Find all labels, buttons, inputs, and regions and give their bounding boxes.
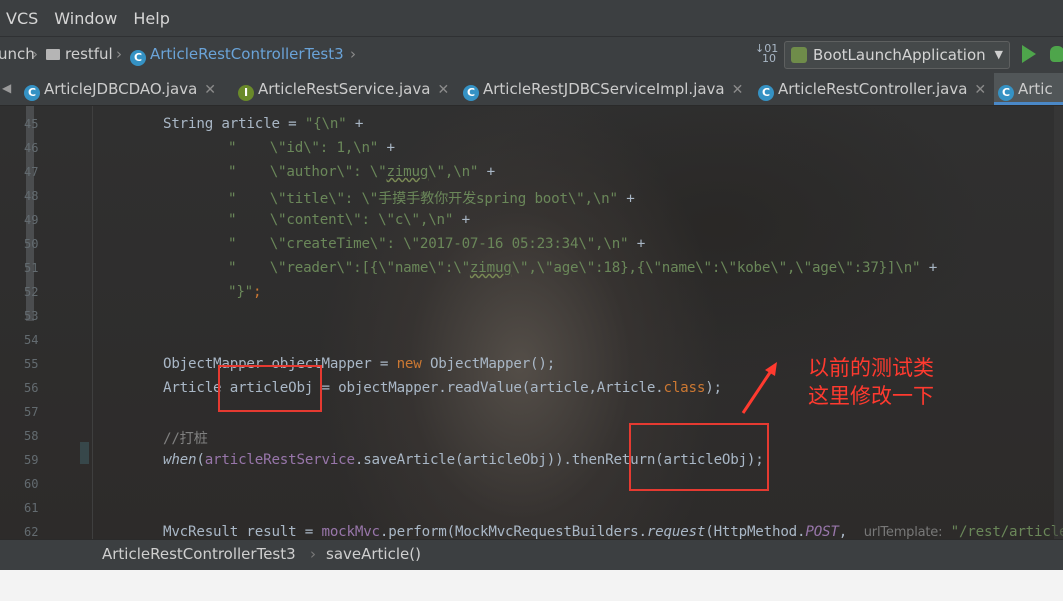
annotation-arrow-icon [741, 362, 777, 414]
class-icon: C [130, 50, 146, 66]
menu-bar: VCS Window Help [0, 0, 1063, 36]
editor-tab-bar: ◀ C ArticleJDBCDAO.java ✕ I ArticleRestServ… [0, 73, 1063, 106]
breadcrumb-project[interactable]: unch [0, 45, 35, 63]
line-number: 57 [24, 405, 39, 419]
highlight-box-articleobj [218, 365, 322, 412]
breadcrumb-separator: › [310, 545, 316, 563]
run-configuration-select[interactable]: BootLaunchApplication ▼ [784, 41, 1010, 69]
menu-help[interactable]: Help [133, 9, 169, 28]
annotation-line-2: 这里修改一下 [808, 384, 934, 408]
breadcrumb-class[interactable]: ArticleRestControllerTest3 [102, 545, 296, 563]
line-number: 51 [24, 261, 39, 275]
indent-guide [92, 106, 93, 539]
code-line-49: " \"content\": \"c\",\n" + [228, 212, 470, 228]
run-configuration-label: BootLaunchApplication [813, 46, 986, 64]
code-line-47: " \"author\": \"zimug\",\n" + [228, 164, 495, 180]
editor-breadcrumb-bar: ArticleRestControllerTest3 › saveArticle… [0, 539, 1063, 570]
class-icon: C [998, 85, 1014, 101]
tab-articlerestcontroller[interactable]: C ArticleRestController.java ✕ [754, 73, 986, 105]
breadcrumb-class[interactable]: C ArticleRestControllerTest3 [130, 45, 344, 66]
code-editor[interactable]: 45 46 47 48 49 50 51 52 53 54 55 56 57 5… [0, 106, 1063, 539]
run-icon[interactable] [1022, 45, 1036, 63]
line-number: 46 [24, 141, 39, 155]
breadcrumb-module[interactable]: restful [46, 45, 113, 63]
code-line-46: " \"id\": 1,\n" + [228, 140, 395, 156]
menu-vcs[interactable]: VCS [6, 9, 38, 28]
spring-boot-icon [791, 47, 807, 63]
annotation-note: 以前的测试类 这里修改一下 [808, 354, 934, 410]
close-icon[interactable]: ✕ [437, 82, 449, 98]
close-icon[interactable]: ✕ [732, 82, 744, 98]
tab-articlejdbcdao[interactable]: C ArticleJDBCDAO.java ✕ [20, 73, 216, 105]
line-number: 55 [24, 357, 39, 371]
close-icon[interactable]: ✕ [974, 82, 986, 98]
parameter-hint: urlTemplate: [863, 525, 943, 539]
tab-articlerestservice[interactable]: I ArticleRestService.java ✕ [234, 73, 449, 105]
footer-area [0, 570, 1063, 601]
line-number: 62 [24, 525, 39, 539]
line-number: 60 [24, 477, 39, 491]
breadcrumb-method[interactable]: saveArticle() [326, 545, 421, 563]
highlight-box-thenreturn [629, 423, 769, 491]
line-number: 48 [24, 189, 39, 203]
line-number: 47 [24, 165, 39, 179]
sort-icon[interactable]: ↓01 10 [755, 43, 778, 64]
class-icon: C [24, 85, 40, 101]
code-line-50: " \"createTime\": \"2017-07-16 05:23:34\… [228, 236, 646, 252]
navigation-bar: unch › restful › C ArticleRestControllerT… [0, 36, 1063, 74]
code-line-62: MvcResult result = mockMvc.perform(MockM… [163, 524, 1063, 539]
class-icon: C [463, 85, 479, 101]
line-number: 59 [24, 453, 39, 467]
class-icon: C [758, 85, 774, 101]
line-number: 45 [24, 117, 39, 131]
code-line-58: //打桩 [163, 431, 208, 447]
menu-window[interactable]: Window [54, 9, 117, 28]
line-number: 61 [24, 501, 39, 515]
line-number: 52 [24, 285, 39, 299]
tab-articlerestjdbcserviceimpl[interactable]: C ArticleRestJDBCServiceImpl.java ✕ [459, 73, 743, 105]
breadcrumb-separator: › [32, 45, 38, 63]
interface-icon: I [238, 85, 254, 101]
line-number: 54 [24, 333, 39, 347]
line-number: 56 [24, 381, 39, 395]
code-line-45: String article = "{\n" + [163, 116, 364, 132]
tab-scroll-left-icon[interactable]: ◀ [2, 81, 11, 95]
line-number: 49 [24, 213, 39, 227]
background-image [0, 106, 1063, 539]
line-number: 58 [24, 429, 39, 443]
line-number: 53 [24, 309, 39, 323]
breadcrumb-separator: › [350, 45, 356, 63]
code-line-48: " \"title\": \"手摸手教你开发spring boot\",\n" … [228, 191, 635, 207]
debug-icon[interactable] [1050, 46, 1063, 62]
close-icon[interactable]: ✕ [204, 82, 216, 98]
code-line-51: " \"reader\":[{\"name\":\"zimug\",\"age\… [228, 260, 938, 276]
breadcrumb-separator: › [116, 45, 122, 63]
folder-icon [46, 49, 60, 60]
tab-articlerestcontrollertest3-active[interactable]: C Artic [994, 73, 1063, 105]
chevron-down-icon: ▼ [994, 48, 1003, 61]
vertical-scrollbar[interactable] [1054, 106, 1063, 539]
annotation-line-1: 以前的测试类 [808, 356, 934, 380]
code-line-52: "}"; [228, 284, 262, 300]
current-line-marker [80, 442, 89, 464]
line-number: 50 [24, 237, 39, 251]
